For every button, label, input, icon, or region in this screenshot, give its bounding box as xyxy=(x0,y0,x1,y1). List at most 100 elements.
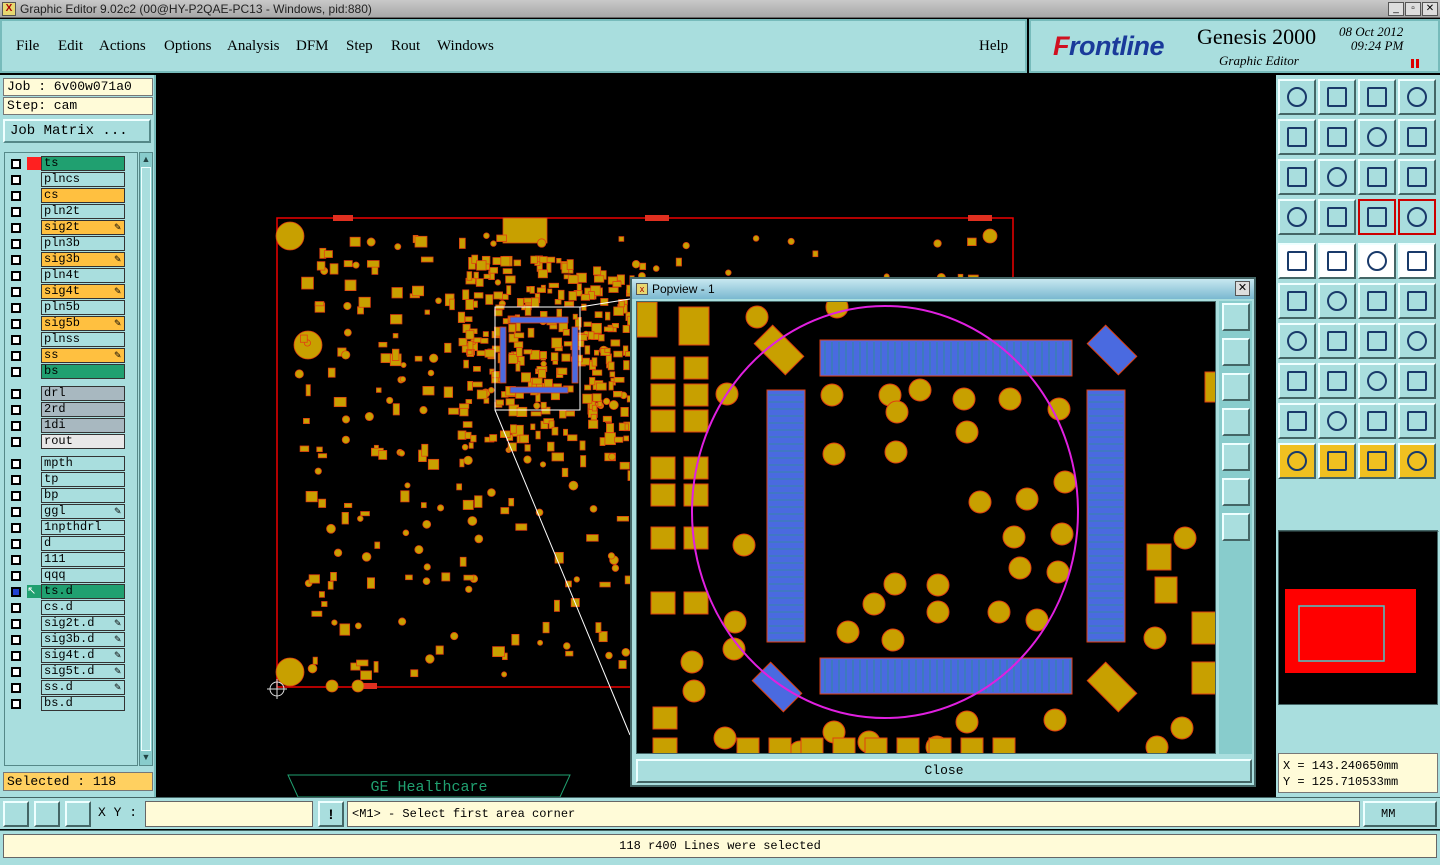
layer-row-rout[interactable]: rout xyxy=(5,434,137,449)
layer-row-bs[interactable]: bs xyxy=(5,364,137,379)
layer-name[interactable]: rout xyxy=(41,434,125,449)
layer-checkbox[interactable] xyxy=(11,491,21,501)
layer-checkbox[interactable] xyxy=(11,175,21,185)
layer-name[interactable]: ggl xyxy=(41,504,125,519)
layer-row-111[interactable]: 111 xyxy=(5,552,137,567)
layer-name[interactable]: sig3b xyxy=(41,252,125,267)
menu-rout[interactable]: Rout xyxy=(391,38,420,55)
prev-icon[interactable] xyxy=(1278,119,1316,155)
layer-checkbox[interactable] xyxy=(11,507,21,517)
layer-checkbox[interactable] xyxy=(11,539,21,549)
layer-name[interactable]: pln2t xyxy=(41,204,125,219)
pointer3-icon[interactable] xyxy=(1358,443,1396,479)
layer-row-cs[interactable]: cs xyxy=(5,188,137,203)
layer-row-pln5b[interactable]: pln5b xyxy=(5,300,137,315)
delete-icon[interactable] xyxy=(1318,283,1356,319)
next-icon[interactable] xyxy=(1318,119,1356,155)
layer-name[interactable]: ss xyxy=(41,348,125,363)
layer-checkbox[interactable] xyxy=(11,475,21,485)
layer-name[interactable]: ts xyxy=(41,156,125,171)
traffic-icon[interactable] xyxy=(1358,199,1396,235)
layer-name[interactable]: plnss xyxy=(41,332,125,347)
layer-name[interactable]: pln4t xyxy=(41,268,125,283)
layer-checkbox[interactable] xyxy=(11,191,21,201)
layer-name[interactable]: bs xyxy=(41,364,125,379)
layer-row-sig5b[interactable]: sig5b ✎ xyxy=(5,316,137,331)
layer-checkbox[interactable] xyxy=(11,523,21,533)
scroll-thumb[interactable] xyxy=(141,167,151,751)
layer-checkbox[interactable] xyxy=(11,367,21,377)
layer-checkbox[interactable] xyxy=(11,389,21,399)
layer-name[interactable]: d xyxy=(41,536,125,551)
layer-name[interactable]: 1npthdrl xyxy=(41,520,125,535)
dimension-icon[interactable] xyxy=(1358,363,1396,399)
layer-row-tp[interactable]: tp xyxy=(5,472,137,487)
layer-checkbox[interactable] xyxy=(11,287,21,297)
layer-row-bp[interactable]: bp xyxy=(5,488,137,503)
layer-row-cs-d[interactable]: cs.d xyxy=(5,600,137,615)
layer-name[interactable]: sig5t.d xyxy=(41,664,125,679)
layer-row-pln3b[interactable]: pln3b xyxy=(5,236,137,251)
triangle2-icon[interactable] xyxy=(1318,403,1356,439)
layer-name[interactable]: cs.d xyxy=(41,600,125,615)
layer-checkbox[interactable] xyxy=(11,555,21,565)
layer-row-1di[interactable]: 1di xyxy=(5,418,137,433)
menu-options[interactable]: Options xyxy=(164,38,212,55)
layer-row-drl[interactable]: drl xyxy=(5,386,137,401)
layer-name[interactable]: pln3b xyxy=(41,236,125,251)
snap-icon[interactable] xyxy=(3,801,29,827)
layer-checkbox[interactable] xyxy=(11,255,21,265)
close-window-button[interactable]: ✕ xyxy=(1422,2,1438,16)
layer-row-ts-d[interactable]: ↖ ts.d xyxy=(5,584,137,599)
layer-name[interactable]: sig2t.d xyxy=(41,616,125,631)
layer-row-sig4t[interactable]: sig4t ✎ xyxy=(5,284,137,299)
copy-icon[interactable] xyxy=(1398,283,1436,319)
layer-checkbox[interactable] xyxy=(11,421,21,431)
save-icon[interactable] xyxy=(1318,79,1356,115)
menu-windows[interactable]: Windows xyxy=(437,38,494,55)
layer-checkbox[interactable] xyxy=(11,271,21,281)
layer-name[interactable]: sig3b.d xyxy=(41,632,125,647)
menu-analysis[interactable]: Analysis xyxy=(227,38,280,55)
layer-name[interactable]: ss.d xyxy=(41,680,125,695)
layer-name[interactable]: ts.d xyxy=(41,584,125,599)
layer-checkbox[interactable] xyxy=(11,207,21,217)
layer-row-sig2t-d[interactable]: sig2t.d ✎ xyxy=(5,616,137,631)
mini-map[interactable] xyxy=(1278,530,1439,705)
layer-row-plncs[interactable]: plncs xyxy=(5,172,137,187)
layer-checkbox[interactable] xyxy=(11,319,21,329)
layer-checkbox[interactable] xyxy=(11,159,21,169)
layer-name[interactable]: cs xyxy=(41,188,125,203)
layer-name[interactable]: qqq xyxy=(41,568,125,583)
layer-row-bs-d[interactable]: bs.d xyxy=(5,696,137,711)
menu-edit[interactable]: Edit xyxy=(58,38,83,55)
layer-row-pln4t[interactable]: pln4t xyxy=(5,268,137,283)
help-icon[interactable] xyxy=(1398,159,1436,195)
symbol-icon[interactable] xyxy=(1398,323,1436,359)
popview-pan-left-icon[interactable] xyxy=(1222,408,1250,436)
window-icon[interactable] xyxy=(1398,79,1436,115)
popview-close-button[interactable]: Close xyxy=(636,759,1252,783)
ruler-icon[interactable] xyxy=(1358,243,1396,279)
layer-row-mpth[interactable]: mpth xyxy=(5,456,137,471)
layer-name[interactable]: 1di xyxy=(41,418,125,433)
layer-checkbox[interactable] xyxy=(11,351,21,361)
triangle-icon[interactable] xyxy=(1278,403,1316,439)
connect-icon[interactable] xyxy=(1278,283,1316,319)
triangle3-icon[interactable] xyxy=(1358,403,1396,439)
layer-checkbox[interactable] xyxy=(11,335,21,345)
layer-row-2rd[interactable]: 2rd xyxy=(5,402,137,417)
popview-close-icon[interactable]: ✕ xyxy=(1235,281,1250,296)
fit-icon[interactable] xyxy=(1278,159,1316,195)
angle-icon[interactable] xyxy=(1278,323,1316,359)
zoom-icon[interactable] xyxy=(1318,159,1356,195)
popview-zoom-in-icon[interactable] xyxy=(1222,513,1250,541)
units-select[interactable]: MM xyxy=(1363,801,1437,827)
layer-checkbox[interactable] xyxy=(11,619,21,629)
layer-name[interactable]: sig5b xyxy=(41,316,125,331)
layer-name[interactable]: 2rd xyxy=(41,402,125,417)
popview-canvas[interactable] xyxy=(636,301,1216,754)
popview-fit-icon[interactable] xyxy=(1222,373,1250,401)
layer-row-ts[interactable]: ts xyxy=(5,156,137,171)
layer-name[interactable]: pln5b xyxy=(41,300,125,315)
